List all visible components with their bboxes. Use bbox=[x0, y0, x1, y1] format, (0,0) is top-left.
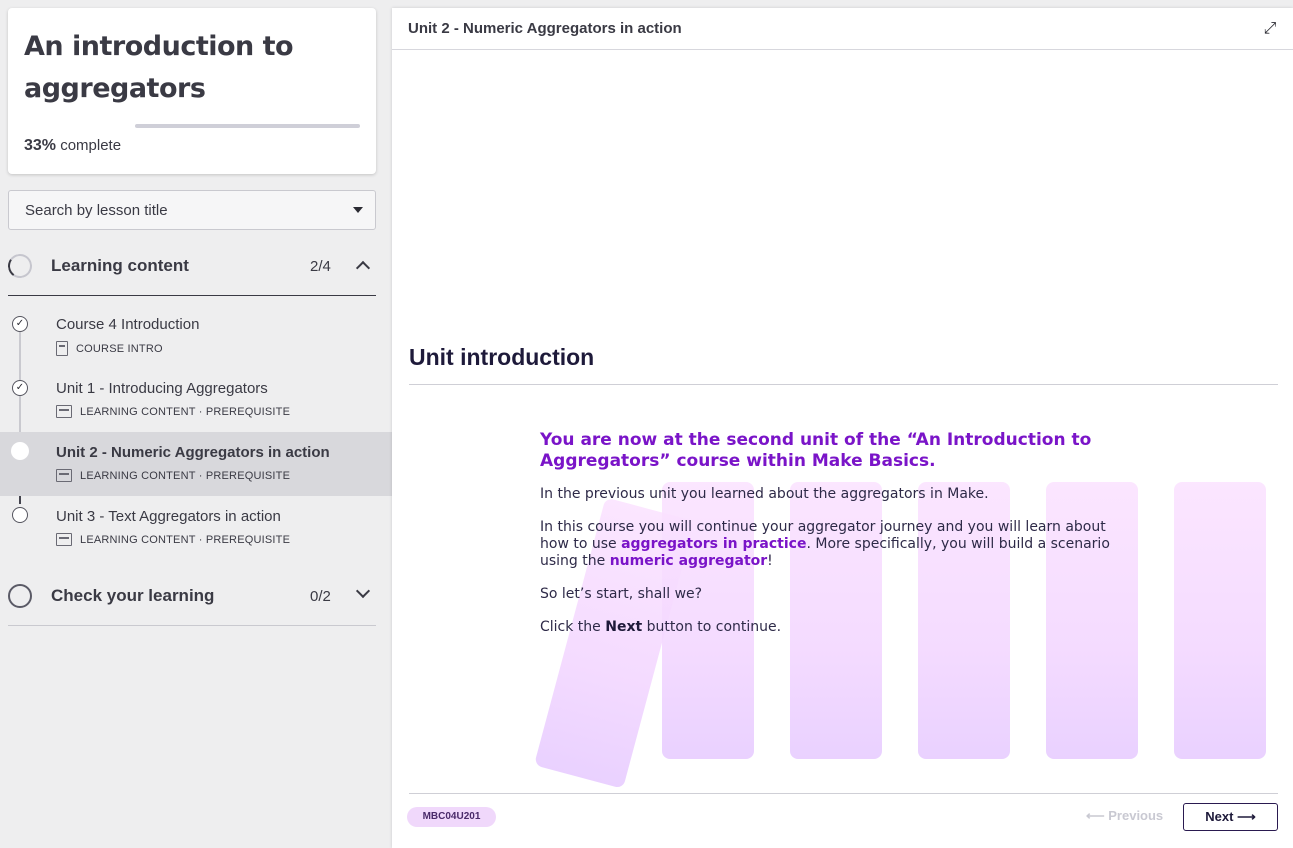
bold-text: Next bbox=[605, 619, 643, 635]
paragraph: In the previous unit you learned about t… bbox=[540, 486, 989, 502]
text-span: ! bbox=[767, 553, 773, 569]
lesson-meta-text: LEARNING CONTENT · PREREQUISITE bbox=[80, 405, 291, 418]
heading-divider bbox=[409, 384, 1278, 385]
course-card: An introduction to aggregators 33% compl… bbox=[8, 8, 376, 174]
progress-suffix: complete bbox=[60, 137, 122, 154]
search-input[interactable] bbox=[25, 202, 325, 219]
lesson-search-dropdown[interactable] bbox=[8, 190, 376, 230]
lesson-meta: LEARNING CONTENT · PREREQUISITE bbox=[56, 533, 290, 546]
section-count: 0/2 bbox=[310, 588, 331, 605]
lesson-name: Unit 3 - Text Aggregators in action bbox=[56, 508, 281, 525]
lesson-name: Unit 2 - Numeric Aggregators in action bbox=[56, 444, 330, 461]
slides-icon bbox=[56, 469, 72, 482]
section-title: Check your learning bbox=[51, 586, 215, 605]
lesson-meta-text: COURSE INTRO bbox=[76, 342, 163, 355]
highlight-text: numeric aggregator bbox=[609, 553, 768, 569]
lesson-item[interactable]: ✓ Course 4 Introduction COURSE INTRO bbox=[0, 304, 392, 368]
course-title: An introduction to aggregators bbox=[24, 31, 294, 104]
progress-ring-icon bbox=[6, 252, 34, 280]
lesson-body: You are now at the second unit of the “A… bbox=[540, 430, 1130, 652]
lesson-meta: LEARNING CONTENT · PREREQUISITE bbox=[56, 469, 290, 482]
progress-bar bbox=[135, 124, 360, 128]
section-learning-content[interactable]: Learning content 2/4 bbox=[6, 238, 376, 296]
check-icon: ✓ bbox=[12, 316, 28, 332]
lesson-meta: LEARNING CONTENT · PREREQUISITE bbox=[56, 405, 290, 418]
lesson-code-badge: MBC04U201 bbox=[407, 807, 496, 827]
lesson-topbar: Unit 2 - Numeric Aggregators in action ⤢ bbox=[392, 8, 1293, 50]
sidebar: An introduction to aggregators 33% compl… bbox=[0, 0, 392, 848]
text-span: button to continue. bbox=[642, 619, 782, 635]
unit-heading: Unit introduction bbox=[409, 344, 595, 370]
lesson-item[interactable]: Unit 3 - Text Aggregators in action LEAR… bbox=[0, 496, 392, 560]
section-divider bbox=[8, 295, 376, 296]
next-button[interactable]: Next ⟶ bbox=[1183, 803, 1278, 831]
chevron-up-icon[interactable] bbox=[355, 260, 371, 276]
lesson-name: Unit 1 - Introducing Aggregators bbox=[56, 380, 268, 397]
slides-icon bbox=[56, 405, 72, 418]
paragraph: In this course you will continue your ag… bbox=[540, 519, 1130, 570]
chevron-down-icon[interactable] bbox=[355, 583, 371, 599]
section-check-your-learning[interactable]: Check your learning 0/2 bbox=[8, 568, 376, 626]
paragraph: So let’s start, shall we? bbox=[540, 586, 703, 602]
check-icon: ✓ bbox=[12, 380, 28, 396]
caret-down-icon[interactable] bbox=[353, 207, 363, 213]
expand-icon[interactable]: ⤢ bbox=[1261, 20, 1279, 38]
lesson-viewer: Unit 2 - Numeric Aggregators in action ⤢… bbox=[392, 8, 1293, 848]
lesson-item-current[interactable]: Unit 2 - Numeric Aggregators in action L… bbox=[0, 432, 392, 496]
lesson-item[interactable]: ✓ Unit 1 - Introducing Aggregators LEARN… bbox=[0, 368, 392, 432]
decorative-bar bbox=[1174, 482, 1266, 759]
topbar-title: Unit 2 - Numeric Aggregators in action bbox=[408, 20, 682, 37]
text-span: Click the bbox=[540, 619, 606, 635]
progress-text: 33% complete bbox=[24, 137, 121, 155]
document-icon bbox=[56, 341, 68, 356]
lesson-meta: COURSE INTRO bbox=[56, 341, 163, 356]
lesson-meta-text: LEARNING CONTENT · PREREQUISITE bbox=[80, 469, 291, 482]
lesson-meta-text: LEARNING CONTENT · PREREQUISITE bbox=[80, 533, 291, 546]
section-title: Learning content bbox=[51, 256, 189, 275]
empty-circle-icon bbox=[12, 507, 28, 523]
slides-icon bbox=[56, 533, 72, 546]
previous-button[interactable]: ⟵ Previous bbox=[1086, 808, 1163, 824]
section-count: 2/4 bbox=[310, 258, 331, 275]
section-divider bbox=[8, 625, 376, 626]
lesson-name: Course 4 Introduction bbox=[56, 316, 200, 333]
current-lesson-dot-icon bbox=[12, 443, 28, 459]
footer-divider bbox=[409, 793, 1278, 794]
progress-ring-icon bbox=[8, 584, 32, 608]
progress-percent: 33% bbox=[24, 137, 57, 154]
highlight-text: aggregators in practice bbox=[621, 536, 807, 552]
paragraph: Click the Next button to continue. bbox=[540, 619, 1130, 636]
lead-text: You are now at the second unit of the “A… bbox=[540, 430, 1092, 471]
